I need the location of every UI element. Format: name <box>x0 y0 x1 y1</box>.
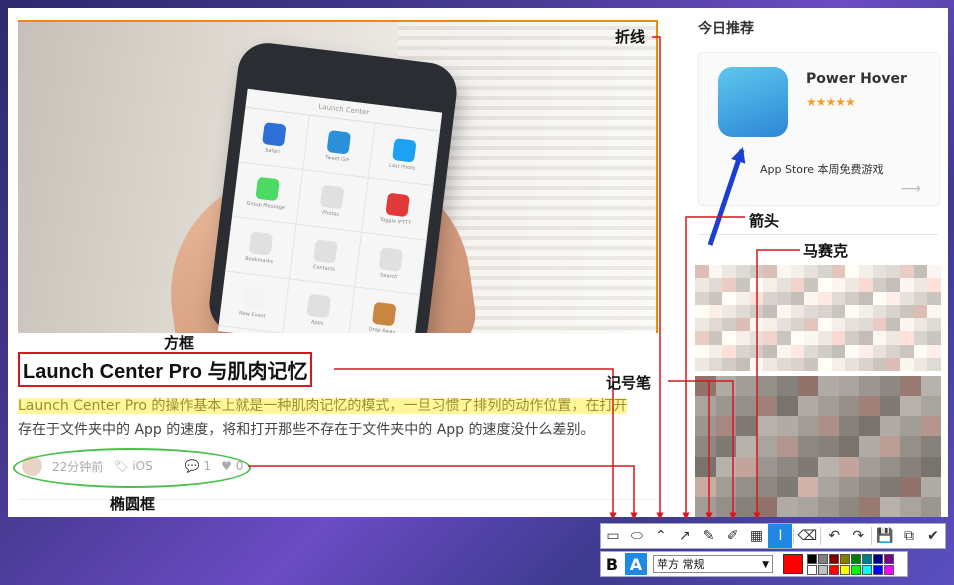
copy-tool[interactable]: ⧉ <box>897 524 921 548</box>
palette-swatch[interactable] <box>862 564 872 575</box>
toolbar-separator <box>793 527 795 545</box>
palette-swatch[interactable] <box>840 564 850 575</box>
toolbar-separator <box>871 527 873 545</box>
label-mosaic: 马赛克 <box>803 242 849 260</box>
palette-swatch[interactable] <box>873 564 883 575</box>
leader-arrow <box>682 216 745 520</box>
label-rectangle: 方框 <box>164 334 195 352</box>
palette-swatch[interactable] <box>884 564 894 575</box>
undo-tool[interactable]: ↶ <box>822 524 846 548</box>
save-tool[interactable]: 💾 <box>873 524 897 548</box>
palette-swatch[interactable] <box>807 564 817 575</box>
format-bar: B A 苹方 常规 ▼ <box>600 551 908 577</box>
font-select-value: 苹方 常规 <box>657 558 705 571</box>
label-arrow: 箭头 <box>749 212 780 230</box>
palette-swatch[interactable] <box>884 553 894 564</box>
arrow-tool[interactable]: ↗ <box>673 524 697 548</box>
label-polyline: 折线 <box>615 28 646 46</box>
bold-button[interactable]: B <box>601 553 623 575</box>
palette-swatch[interactable] <box>840 553 850 564</box>
palette-swatch[interactable] <box>862 553 872 564</box>
palette-swatch[interactable] <box>873 553 883 564</box>
marker-tool[interactable]: ✐ <box>721 524 745 548</box>
confirm-tool[interactable]: ✔ <box>921 524 945 548</box>
font-select[interactable]: 苹方 常规 ▼ <box>653 555 773 573</box>
label-ellipse: 椭圆框 <box>110 495 156 513</box>
palette-swatch[interactable] <box>818 564 828 575</box>
rectangle-tool[interactable]: ▭ <box>601 524 625 548</box>
palette-swatch[interactable] <box>807 553 817 564</box>
ellipse-tool[interactable]: ⬭ <box>625 524 649 548</box>
leader-mosaic <box>753 249 800 520</box>
leader-marker-2 <box>709 380 737 520</box>
redo-tool[interactable]: ↷ <box>846 524 870 548</box>
text-tool[interactable]: I <box>768 524 793 548</box>
toolbar-separator <box>820 527 822 545</box>
leader-rect <box>334 368 617 520</box>
leader-ellipse <box>248 465 638 520</box>
palette-swatch[interactable] <box>818 553 828 564</box>
text-fill-button[interactable]: A <box>625 553 647 575</box>
polyline-tool[interactable]: ⌃ <box>649 524 673 548</box>
color-palette <box>807 553 894 575</box>
palette-swatch[interactable] <box>851 553 861 564</box>
pen-tool[interactable]: ✎ <box>697 524 721 548</box>
blue-arrow-annotation <box>707 147 746 246</box>
chevron-down-icon: ▼ <box>762 560 769 570</box>
palette-swatch[interactable] <box>829 564 839 575</box>
eraser-tool[interactable]: ⌫ <box>795 524 819 548</box>
leader-marker-1 <box>668 380 713 520</box>
leader-polyline <box>652 36 664 520</box>
mosaic-tool[interactable]: ▦ <box>745 524 769 548</box>
palette-swatch[interactable] <box>851 564 861 575</box>
palette-swatch[interactable] <box>829 553 839 564</box>
current-color-swatch[interactable] <box>783 554 803 574</box>
label-marker: 记号笔 <box>606 374 652 392</box>
annotation-toolbar: ▭ ⬭ ⌃ ↗ ✎ ✐ ▦ I ⌫ ↶ ↷ 💾 ⧉ ✔ <box>600 523 946 549</box>
